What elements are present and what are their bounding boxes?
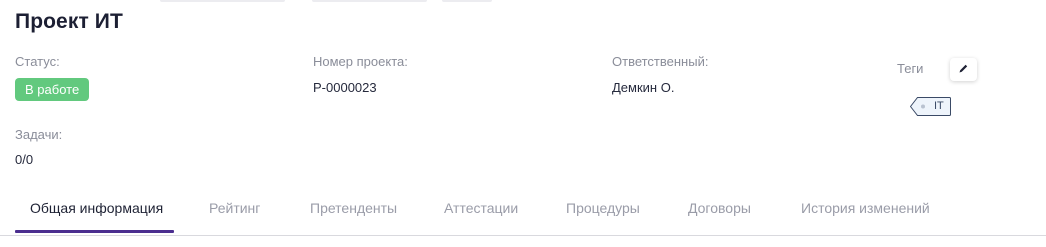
tab-applicants[interactable]: Претенденты (310, 200, 397, 216)
tab-procedures[interactable]: Процедуры (566, 200, 640, 216)
project-number-label: Номер проекта: (313, 54, 408, 69)
tab-bar: Общая информация Рейтинг Претенденты Атт… (0, 188, 1046, 235)
pencil-icon (958, 61, 969, 79)
tab-general-info[interactable]: Общая информация (30, 200, 163, 216)
tabs-divider (0, 235, 1046, 236)
active-tab-indicator (15, 230, 174, 233)
responsible-value: Демкин О. (612, 80, 675, 95)
tag-label: IT (934, 100, 944, 112)
tab-contracts[interactable]: Договоры (688, 200, 751, 216)
status-label: Статус: (15, 54, 60, 69)
tab-rating[interactable]: Рейтинг (209, 200, 260, 216)
previous-content-edge (0, 0, 1046, 2)
status-badge: В работе (15, 78, 90, 101)
edit-tags-button[interactable] (950, 58, 977, 81)
tasks-label: Задачи: (15, 127, 63, 142)
tags-label: Теги (897, 61, 924, 76)
responsible-label: Ответственный: (612, 54, 709, 69)
project-number-value: Р-0000023 (313, 80, 377, 95)
tag-chip[interactable]: IT (910, 96, 951, 117)
tab-attestations[interactable]: Аттестации (444, 200, 518, 216)
tasks-value: 0/0 (15, 152, 34, 167)
page-title: Проект ИТ (15, 10, 123, 33)
tab-change-history[interactable]: История изменений (801, 200, 930, 216)
